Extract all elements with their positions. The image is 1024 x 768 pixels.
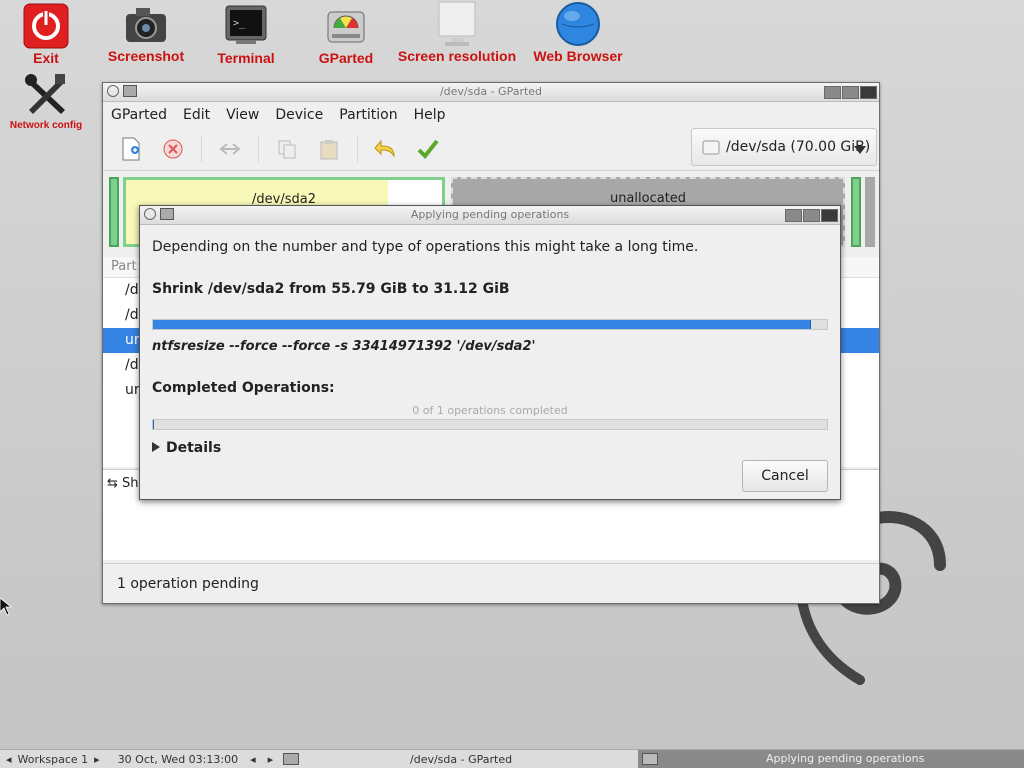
desktop-icon-label: Network config <box>9 120 83 131</box>
completed-count: 0 of 1 operations completed <box>412 404 568 417</box>
details-label: Details <box>166 440 222 456</box>
maximize-button[interactable] <box>842 86 859 99</box>
task-gparted[interactable]: /dev/sda - GParted <box>410 753 512 766</box>
power-icon <box>22 2 70 50</box>
camera-icon <box>122 0 170 48</box>
workspace-label[interactable]: Workspace 1 <box>18 753 89 766</box>
desktop-icon-label: Exit <box>33 50 59 66</box>
menu-help[interactable]: Help <box>414 107 446 123</box>
desktop-icon-screenshot[interactable]: Screenshot <box>106 0 186 64</box>
close-button[interactable] <box>860 86 877 99</box>
status-bar: 1 operation pending <box>103 563 879 603</box>
disk-icon <box>322 2 370 50</box>
pending-operation-item[interactable]: ⇆ Sh <box>107 476 139 491</box>
device-label: /dev/sda (70.00 GiB) <box>726 139 871 155</box>
taskbar: ◂ Workspace 1 ▸ 30 Oct, Wed 03:13:00 ◂ ▸… <box>0 749 1024 768</box>
mouse-cursor-icon <box>0 597 13 620</box>
completed-heading: Completed Operations: <box>152 380 335 396</box>
chevron-down-icon <box>854 142 866 158</box>
paste-icon[interactable] <box>315 135 343 163</box>
maximize-button[interactable] <box>803 209 820 222</box>
undo-icon[interactable] <box>372 135 400 163</box>
unallocated-label: unallocated <box>609 191 687 206</box>
desktop-icon-network-config[interactable]: Network config <box>6 72 86 131</box>
desktop-icon-label: Screen resolution <box>397 48 517 64</box>
window-menu-icon[interactable] <box>107 85 119 97</box>
menubar: GParted Edit View Device Partition Help <box>103 102 879 128</box>
desktop-icon-screen-resolution[interactable]: Screen resolution <box>396 0 518 64</box>
menu-partition[interactable]: Partition <box>339 107 397 123</box>
apply-icon[interactable] <box>414 135 442 163</box>
task-next-icon[interactable]: ▸ <box>262 753 280 766</box>
app-icon <box>642 753 658 765</box>
menu-edit[interactable]: Edit <box>183 107 210 123</box>
new-partition-icon[interactable] <box>117 135 145 163</box>
operation-progress-fill <box>153 320 812 329</box>
dialog-intro-text: Depending on the number and type of oper… <box>152 239 699 255</box>
desktop-icon-exit[interactable]: Exit <box>14 2 78 66</box>
drive-icon <box>702 140 720 155</box>
workspace-prev-icon[interactable]: ◂ <box>0 753 18 766</box>
toolbar-separator <box>201 136 202 162</box>
partition-end-graphic[interactable] <box>851 177 861 247</box>
task-prev-icon[interactable]: ◂ <box>244 753 262 766</box>
wrench-icon <box>21 72 71 120</box>
toolbar-separator <box>258 136 259 162</box>
menu-gparted[interactable]: GParted <box>111 107 167 123</box>
partition-end2-graphic[interactable] <box>865 177 875 247</box>
svg-text:>_: >_ <box>233 18 246 29</box>
copy-icon[interactable] <box>273 135 301 163</box>
monitor-icon <box>433 0 481 48</box>
delete-partition-icon[interactable] <box>159 135 187 163</box>
desktop-icon-gparted[interactable]: GParted <box>310 2 382 66</box>
desktop-icon-label: Terminal <box>217 50 275 66</box>
menu-device[interactable]: Device <box>275 107 323 123</box>
globe-icon <box>554 0 602 48</box>
completed-progress-fill <box>153 420 154 429</box>
apply-operations-dialog: Applying pending operations Depending on… <box>139 205 841 500</box>
window-titlebar[interactable]: /dev/sda - GParted <box>103 83 879 102</box>
dialog-title: Applying pending operations <box>410 208 570 221</box>
resize-move-icon[interactable] <box>216 135 244 163</box>
app-icon <box>123 85 137 97</box>
details-expander[interactable]: Details <box>152 440 828 456</box>
current-command: ntfsresize --force --force -s 3341497139… <box>152 339 536 354</box>
operation-progress-bar <box>152 319 828 330</box>
menu-view[interactable]: View <box>226 107 259 123</box>
desktop-icon-label: Screenshot <box>107 48 185 64</box>
window-title: /dev/sda - GParted <box>439 85 543 98</box>
desktop-icon-label: GParted <box>318 50 374 66</box>
current-operation: Shrink /dev/sda2 from 55.79 GiB to 31.12… <box>152 281 510 297</box>
task-applying[interactable]: Applying pending operations <box>638 750 1024 768</box>
workspace-next-icon[interactable]: ▸ <box>88 753 106 766</box>
dialog-titlebar[interactable]: Applying pending operations <box>140 206 840 225</box>
device-selector[interactable]: /dev/sda (70.00 GiB) <box>691 128 877 166</box>
completed-progress-bar <box>152 419 828 430</box>
close-button[interactable] <box>821 209 838 222</box>
minimize-button[interactable] <box>785 209 802 222</box>
cancel-button[interactable]: Cancel <box>742 460 828 492</box>
app-icon <box>160 208 174 220</box>
toolbar: /dev/sda (70.00 GiB) <box>103 128 879 171</box>
shrink-icon: ⇆ <box>107 476 118 491</box>
toolbar-separator <box>357 136 358 162</box>
terminal-icon: >_ <box>222 2 270 50</box>
partition-sda1-graphic[interactable] <box>109 177 119 247</box>
clock: 30 Oct, Wed 03:13:00 <box>117 752 239 766</box>
minimize-button[interactable] <box>824 86 841 99</box>
desktop-icon-terminal[interactable]: >_ Terminal <box>210 2 282 66</box>
app-icon <box>283 753 300 765</box>
window-menu-icon[interactable] <box>144 208 156 220</box>
desktop-icon-label: Web Browser <box>533 48 623 64</box>
desktop-icon-web-browser[interactable]: Web Browser <box>532 0 624 64</box>
chevron-right-icon <box>152 440 160 456</box>
